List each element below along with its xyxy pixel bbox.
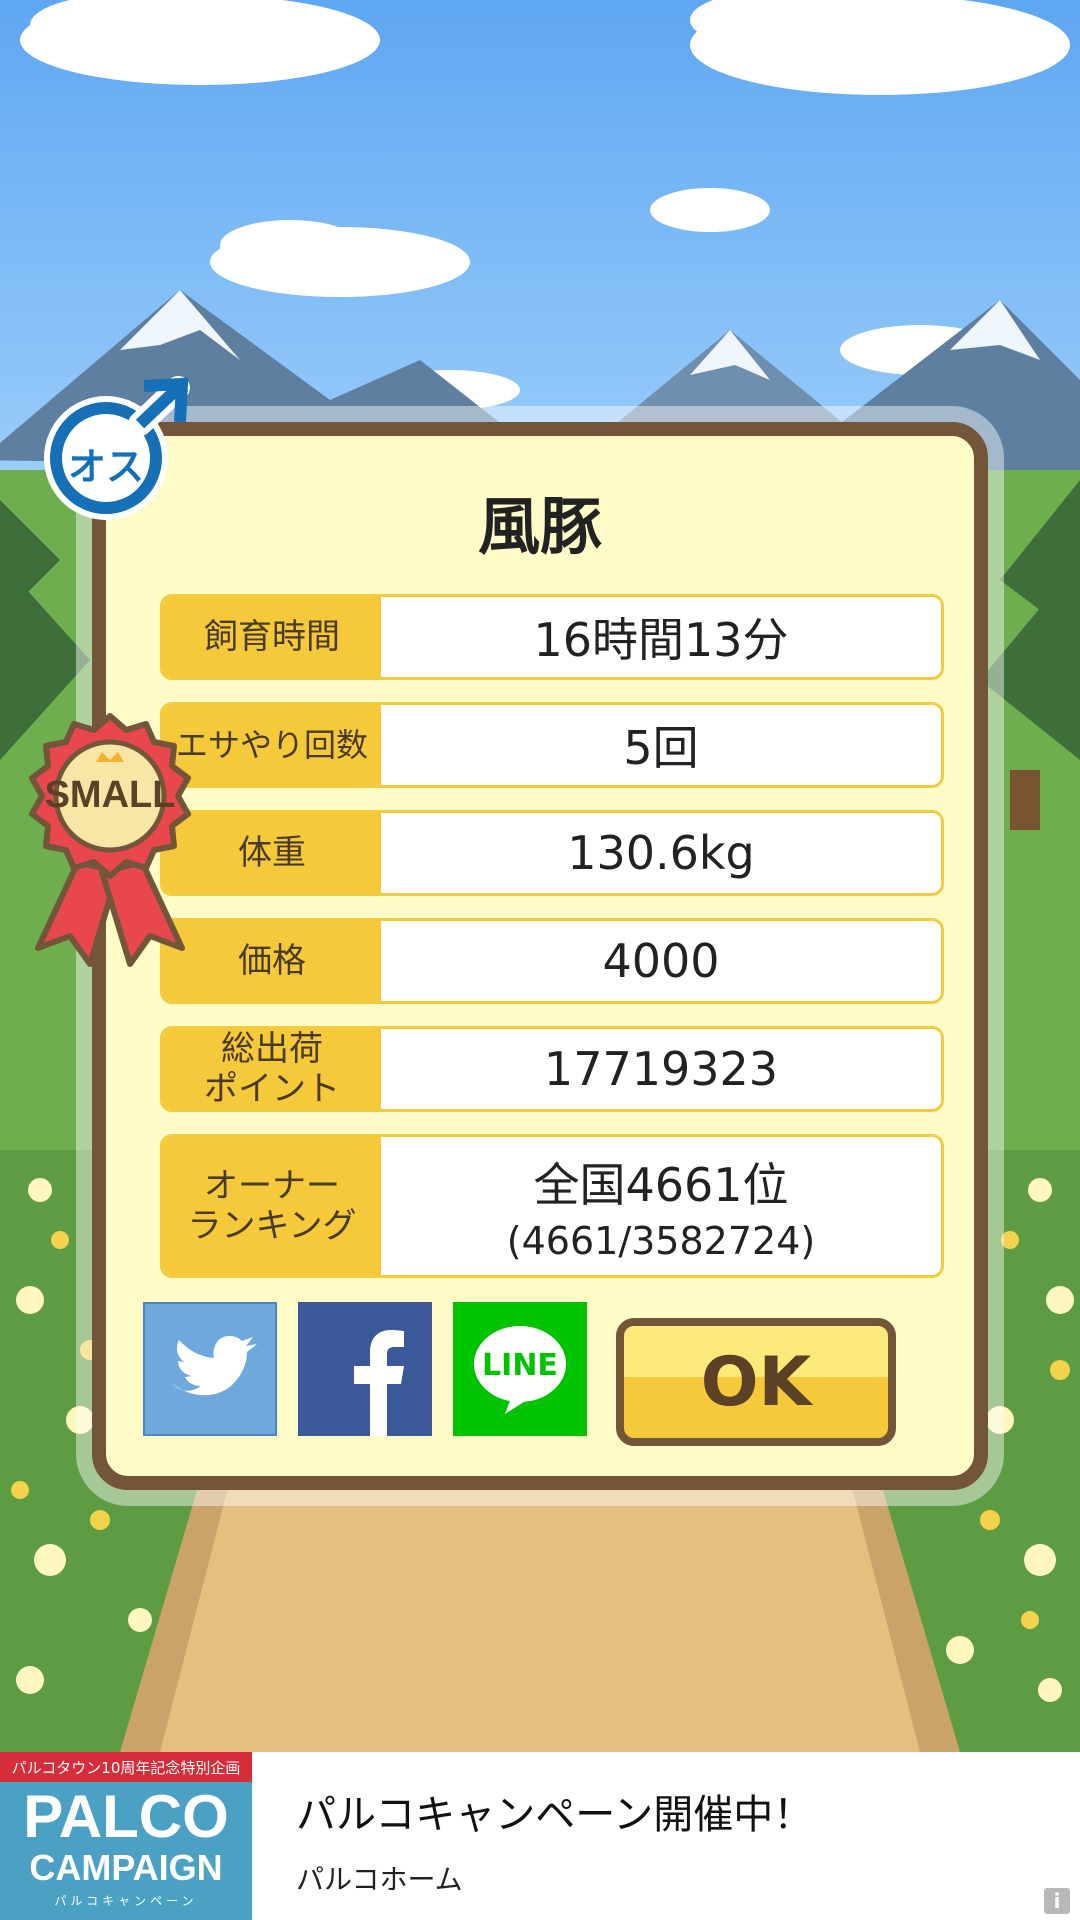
twitter-icon xyxy=(171,1335,257,1396)
ad-logo-line1: PALCO xyxy=(23,1783,229,1850)
stat-value: 16時間13分 xyxy=(533,613,789,667)
male-gender-badge: オス xyxy=(36,376,196,526)
share-twitter-button[interactable] xyxy=(143,1302,277,1436)
stat-row-price: 価格 4000 xyxy=(160,918,944,1004)
ad-title[interactable]: パルコキャンペーン開催中！ xyxy=(296,1782,813,1840)
stat-value: 130.6kg xyxy=(567,826,755,880)
info-icon[interactable]: i xyxy=(1044,1888,1070,1914)
line-label: LINE xyxy=(482,1348,558,1383)
ok-button[interactable]: OK xyxy=(616,1318,896,1446)
ad-banner[interactable]: パルコタウン10周年記念特別企画 PALCO CAMPAIGN パルコキャンペー… xyxy=(0,1752,1080,1920)
share-facebook-button[interactable] xyxy=(298,1302,432,1436)
ad-ribbon-text: パルコタウン10周年記念特別企画 xyxy=(0,1752,252,1782)
stat-value: 17719323 xyxy=(543,1042,779,1096)
ranking-value: 全国4661位 (4661/3582724) xyxy=(381,1137,941,1275)
stat-row-feed-count: エサやり回数 5回 xyxy=(160,702,944,788)
size-label: SMALL xyxy=(44,774,176,816)
ad-image[interactable]: パルコタウン10周年記念特別企画 PALCO CAMPAIGN パルコキャンペー… xyxy=(0,1752,252,1920)
stat-row-weight: 体重 130.6kg xyxy=(160,810,944,896)
pig-name-title: 風豚 xyxy=(477,490,602,563)
stat-row-total-points: 総出荷 ポイント 17719323 xyxy=(160,1026,944,1112)
stat-label: 飼育時間 xyxy=(163,597,381,677)
ranking-detail: (4661/3582724) xyxy=(506,1219,816,1263)
ad-logo-line3: パルコキャンペーン xyxy=(54,1894,198,1908)
result-card: 風豚 飼育時間 16時間13分 エサやり回数 5回 体重 130.6kg 価格 … xyxy=(92,422,988,1490)
ad-subtitle: パルコホーム xyxy=(296,1863,463,1896)
stat-row-owner-ranking: オーナー ランキング 全国4661位 (4661/3582724) xyxy=(160,1134,944,1278)
ad-logo-line2: CAMPAIGN xyxy=(29,1847,223,1888)
ribbon-rosette-icon xyxy=(29,713,191,967)
stat-label: 総出荷 ポイント xyxy=(163,1029,381,1109)
stat-label: オーナー ランキング xyxy=(163,1137,381,1275)
stat-value: 4000 xyxy=(602,934,720,988)
stat-row-feeding-time: 飼育時間 16時間13分 xyxy=(160,594,944,680)
facebook-icon xyxy=(354,1330,404,1436)
ranking-rank: 全国4661位 xyxy=(533,1158,789,1212)
stat-value: 5回 xyxy=(623,721,699,775)
share-line-button[interactable]: LINE xyxy=(453,1302,587,1436)
gender-label: オス xyxy=(67,445,144,489)
size-rosette-badge: SMALL xyxy=(18,712,202,968)
